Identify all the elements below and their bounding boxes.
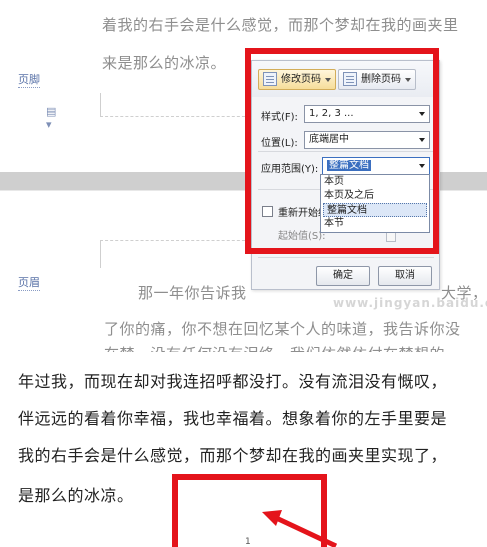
footer-tag[interactable]: 页脚 (18, 73, 40, 88)
body-text-line: 那一年你告诉我 (138, 284, 247, 302)
document-window: 着我的右手会是什么感觉，而那个梦却在我的画夹里 来是那么的冰凉。 页脚 ▤ ▾ … (0, 0, 487, 547)
footer-boundary (100, 116, 250, 117)
header-tag[interactable]: 页眉 (18, 276, 40, 291)
body-text-line: 着我的右手会是什么感觉，而那个梦却在我的画夹里 (102, 16, 459, 34)
body-text-line: 我的右手会是什么感觉，而那个梦却在我的画夹里实现了， (18, 446, 448, 465)
body-text-line: 伴远远的看着你幸福，我也幸福着。想象着你的左手里要是 (18, 409, 448, 428)
body-text-line: 是那么的冰凉。 (18, 486, 134, 505)
divider (258, 257, 434, 258)
highlight-box (245, 48, 439, 254)
page-number-icon[interactable]: ▤ ▾ (46, 105, 58, 131)
body-text-line: 了你的痛，你不想在回忆某个人的味道，我告诉你没 (104, 320, 461, 338)
margin-guide (100, 240, 101, 268)
body-text-line: 年过我，而现在却对我连招呼都没打。没有流泪没有慨叹， (18, 372, 448, 391)
watermark: www.jingyan.baidu.com (333, 296, 487, 310)
body-text-line: 在梦，没有任何没有泪终，我们依然依付在梦想的 (104, 343, 445, 352)
margin-guide (100, 93, 101, 116)
cancel-button[interactable]: 取消 (378, 266, 432, 286)
header-boundary (100, 240, 250, 241)
ok-button[interactable]: 确定 (316, 266, 370, 286)
body-text-line: 来是那么的冰凉。 (102, 54, 227, 72)
arrow-icon (262, 510, 338, 547)
